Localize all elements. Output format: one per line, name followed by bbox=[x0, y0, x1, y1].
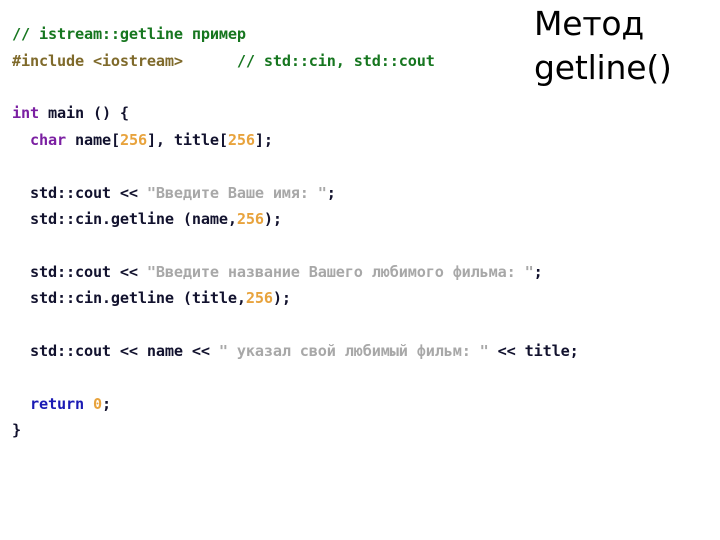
code-token-string: "Введите название Вашего любимого фильма… bbox=[146, 262, 534, 281]
code-token-plain: ); bbox=[272, 289, 291, 308]
code-token-plain: main () { bbox=[38, 104, 129, 123]
code-token-plain: std::cout << bbox=[12, 262, 147, 281]
code-line: // istream::getline пример bbox=[12, 21, 718, 47]
code-token-plain: ], title[ bbox=[146, 130, 228, 149]
code-line: return 0; bbox=[12, 391, 718, 417]
code-token-plain: << title; bbox=[488, 341, 579, 360]
code-line: int main () { bbox=[12, 100, 718, 126]
code-line: std::cin.getline (title,256); bbox=[12, 285, 718, 311]
code-line: #include <iostream> // std::cin, std::co… bbox=[12, 48, 718, 74]
code-token-string: " указал свой любимый фильм: " bbox=[218, 341, 489, 360]
code-listing: // istream::getline пример#include <iost… bbox=[12, 21, 718, 443]
code-token-plain: ; bbox=[326, 183, 336, 202]
code-line: char name[256], title[256]; bbox=[12, 127, 718, 153]
code-token-string: "Введите Ваше имя: " bbox=[146, 183, 327, 202]
code-token-number: 256 bbox=[119, 130, 147, 149]
code-token-plain: std::cin.getline (title, bbox=[12, 289, 246, 308]
code-token-plain: ; bbox=[101, 394, 111, 413]
code-line: } bbox=[12, 417, 718, 443]
code-token-plain: ); bbox=[263, 209, 282, 228]
code-line: std::cout << "Введите название Вашего лю… bbox=[12, 259, 718, 285]
code-line: std::cout << name << " указал свой любим… bbox=[12, 338, 718, 364]
code-token-plain: std::cout << name << bbox=[12, 341, 219, 360]
code-token-number: 256 bbox=[236, 209, 264, 228]
code-token-number: 256 bbox=[227, 130, 255, 149]
code-token-number: 256 bbox=[245, 289, 273, 308]
code-token-keyword: char bbox=[30, 130, 66, 149]
code-token-return_keyword: return bbox=[30, 394, 84, 413]
code-token-preprocessor: #include <iostream> bbox=[12, 51, 183, 70]
code-token-number: 0 bbox=[92, 394, 102, 413]
code-token-comment: // istream::getline пример bbox=[12, 25, 246, 44]
code-token-plain: std::cin.getline (name, bbox=[12, 209, 237, 228]
code-token-plain: name[ bbox=[65, 130, 120, 149]
code-token-plain: std::cout << bbox=[12, 183, 147, 202]
code-line: std::cout << "Введите Ваше имя: "; bbox=[12, 180, 718, 206]
code-line: std::cin.getline (name,256); bbox=[12, 206, 718, 232]
code-token-plain: ]; bbox=[254, 130, 273, 149]
slide-canvas: Метод getline() // istream::getline прим… bbox=[0, 0, 720, 540]
code-token-plain: ; bbox=[533, 262, 543, 281]
code-token-plain: } bbox=[12, 421, 21, 440]
code-token-keyword: int bbox=[12, 104, 39, 123]
code-token-comment: // std::cin, std::cout bbox=[236, 51, 435, 70]
